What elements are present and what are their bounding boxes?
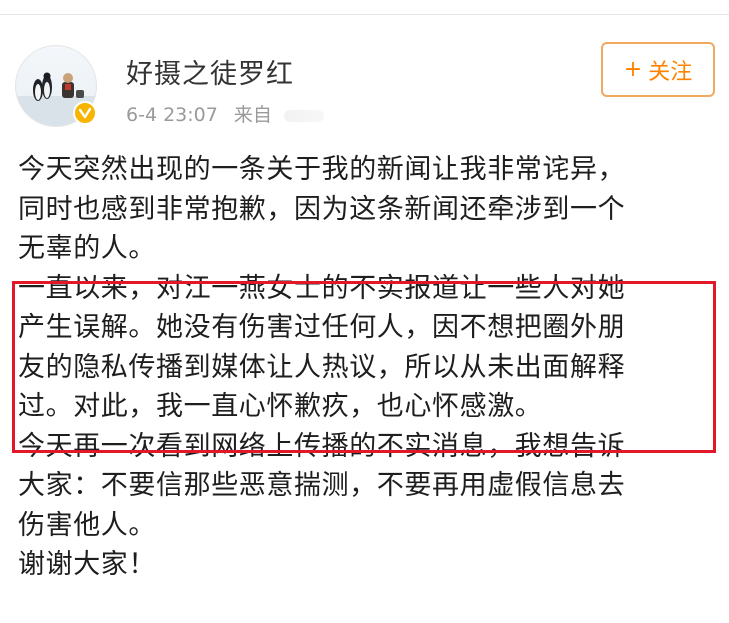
paragraph-1: 今天突然出现的一条关于我的新闻让我非常诧异， 同时也感到非常抱歉，因为这条新闻还… [18,150,718,269]
text-line: 大家：不要信那些恶意揣测，不要再用虚假信息去 [18,470,626,501]
text-line: 谢谢大家！ [18,549,156,580]
text-line: 伤害他人。 [18,509,156,541]
username[interactable]: 好摄之徒罗红 [126,52,294,91]
paragraph-4: 谢谢大家！ [18,545,718,585]
source-label: 来自 [233,104,272,126]
highlight-box [12,281,716,453]
top-divider [0,14,729,15]
post-meta: 6-4 23:07 来自 [126,100,324,127]
text-line: 今天突然出现的一条关于我的新闻让我非常诧异， [18,154,626,185]
source-redacted [283,109,324,122]
text-line: 同时也感到非常抱歉，因为这条新闻还牵涉到一个 [18,193,626,225]
post-time[interactable]: 6-4 23:07 [126,104,218,126]
follow-label: 关注 [648,59,693,85]
text-line: 无辜的人。 [18,233,156,264]
verified-icon [73,101,97,125]
plus-icon: + [623,57,643,82]
follow-button[interactable]: + 关注 [601,42,715,97]
